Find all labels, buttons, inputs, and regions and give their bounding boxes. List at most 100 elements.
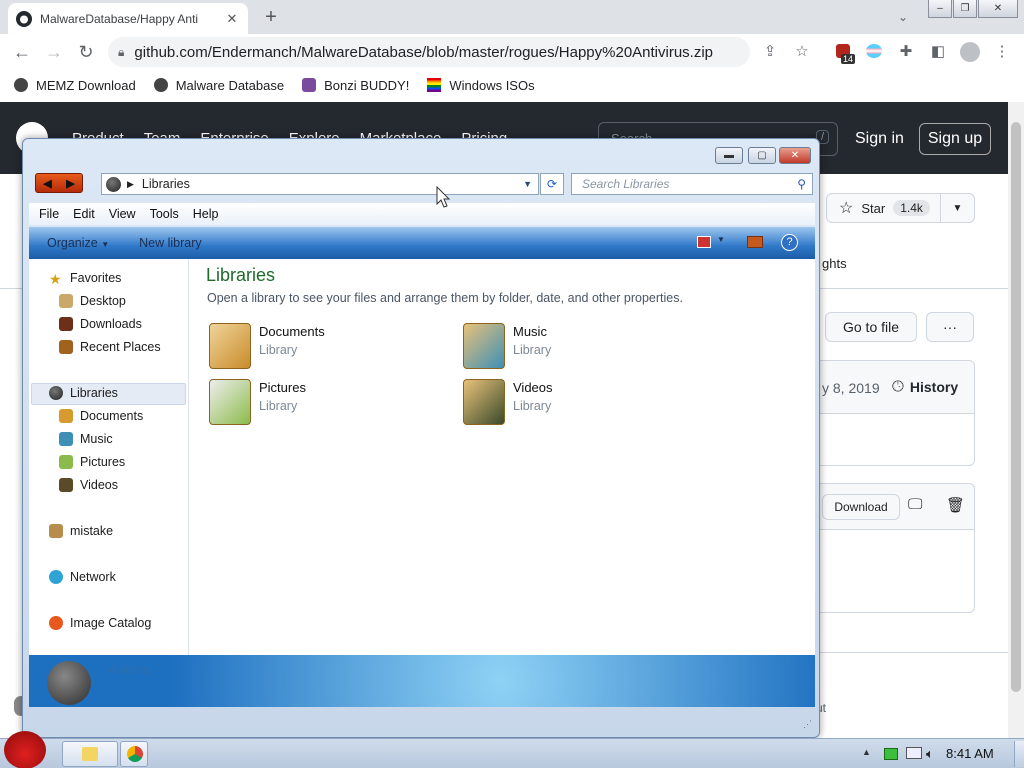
library-pictures[interactable]: Pictures Library xyxy=(209,379,306,425)
refresh-icon[interactable]: ⟳ xyxy=(540,173,564,195)
nav-videos[interactable]: Videos xyxy=(59,478,118,492)
library-documents[interactable]: Documents Library xyxy=(209,323,325,369)
back-forward-buttons[interactable]: ◀ ▶ xyxy=(35,173,83,193)
restore-icon[interactable]: ❐ xyxy=(953,0,977,18)
menu-help[interactable]: Help xyxy=(193,207,219,221)
nav-network[interactable]: Network xyxy=(49,570,116,584)
tray-expand-icon[interactable]: ▲ xyxy=(862,747,871,757)
close-window-icon[interactable]: ✕ xyxy=(978,0,1018,18)
start-button-angry-bird-icon[interactable] xyxy=(4,731,46,768)
bookmark-bonzi[interactable]: Bonzi BUDDY! xyxy=(302,78,409,93)
explorer-close-icon[interactable]: ✕ xyxy=(779,147,811,164)
nav-music[interactable]: Music xyxy=(59,432,113,446)
star-dropdown-icon[interactable]: ▼ xyxy=(940,193,975,223)
taskbar-explorer-button[interactable] xyxy=(62,741,118,767)
breadcrumb-libraries[interactable]: Libraries xyxy=(142,177,190,191)
tab-close-icon[interactable]: ✕ xyxy=(224,11,240,27)
tab-search-chevron-icon[interactable]: ⌄ xyxy=(898,10,908,24)
lock-icon[interactable]: 🔒︎ xyxy=(118,45,124,60)
share-icon[interactable]: ⇪ xyxy=(760,42,780,60)
star-button[interactable]: ☆ Star 1.4k xyxy=(826,193,946,223)
library-music[interactable]: Music Library xyxy=(463,323,551,369)
nav-mistake[interactable]: mistake xyxy=(49,524,113,538)
show-desktop-button[interactable] xyxy=(1014,741,1024,767)
side-panel-icon[interactable]: ◧ xyxy=(928,42,948,60)
nav-image-catalog[interactable]: Image Catalog xyxy=(49,616,151,630)
extension-badge: 14 xyxy=(841,54,856,64)
menu-edit[interactable]: Edit xyxy=(73,207,95,221)
view-mode-icon[interactable] xyxy=(697,236,711,248)
scrollbar-thumb[interactable] xyxy=(1011,122,1021,692)
browser-tab[interactable]: MalwareDatabase/Happy Anti ✕ xyxy=(8,3,248,34)
bookmark-windows-isos[interactable]: Windows ISOs xyxy=(427,78,535,93)
music-icon xyxy=(59,432,73,446)
extensions-puzzle-icon[interactable]: ✚ xyxy=(896,42,916,60)
documents-icon xyxy=(59,409,73,423)
search-icon[interactable]: ⚲ xyxy=(797,177,806,191)
bookmark-memz[interactable]: MEMZ Download xyxy=(14,78,136,93)
explorer-address-bar[interactable]: ▶ Libraries ▼ xyxy=(101,173,539,195)
trash-icon[interactable]: 🗑︎ xyxy=(946,496,965,514)
nav-pictures[interactable]: Pictures xyxy=(59,455,125,469)
desktop-icon[interactable]: 🖵︎ xyxy=(908,496,922,513)
menu-kebab-icon[interactable]: ⋮ xyxy=(992,42,1012,60)
new-tab-icon[interactable]: + xyxy=(262,6,280,29)
library-type: Library xyxy=(513,399,552,413)
history-link[interactable]: 🕓︎ History xyxy=(892,378,958,395)
page-scrollbar[interactable] xyxy=(1008,102,1024,738)
network-icon xyxy=(49,570,63,584)
clock[interactable]: 8:41 AM xyxy=(946,746,994,761)
library-videos[interactable]: Videos Library xyxy=(463,379,553,425)
taskbar-chrome-button[interactable] xyxy=(120,741,148,767)
bookmark-malware-database[interactable]: Malware Database xyxy=(153,78,284,93)
nav-recent-places[interactable]: Recent Places xyxy=(59,340,161,354)
address-dropdown-icon[interactable]: ▼ xyxy=(523,179,532,189)
minimize-icon[interactable]: – xyxy=(928,0,952,18)
tab-title: MalwareDatabase/Happy Anti xyxy=(40,11,199,26)
forward-icon[interactable]: → xyxy=(38,42,70,63)
nav-label: Libraries xyxy=(70,386,118,400)
view-mode-chevron-icon[interactable]: ▼ xyxy=(717,235,725,244)
resize-grip-icon[interactable]: ⋰ xyxy=(803,719,812,730)
breadcrumb-arrow-icon[interactable]: ▶ xyxy=(127,179,134,190)
forward-arrow-icon[interactable]: ▶ xyxy=(66,177,74,190)
menu-file[interactable]: File xyxy=(39,207,59,221)
star-icon: ☆ xyxy=(839,200,854,217)
back-arrow-icon[interactable]: ◀ xyxy=(43,177,51,190)
profile-avatar[interactable] xyxy=(960,42,980,62)
mouse-cursor-icon xyxy=(436,186,451,208)
go-to-file-button[interactable]: Go to file xyxy=(825,312,917,342)
explorer-maximize-icon[interactable]: ▢ xyxy=(748,147,776,164)
nav-downloads[interactable]: Downloads xyxy=(59,317,142,331)
nav-libraries[interactable]: Libraries xyxy=(49,386,118,400)
downloads-icon xyxy=(59,317,73,331)
history-label: History xyxy=(909,378,959,395)
reload-icon[interactable]: ↻ xyxy=(70,42,102,63)
battery-icon[interactable] xyxy=(884,748,898,760)
nav-desktop[interactable]: Desktop xyxy=(59,294,126,308)
library-name: Videos xyxy=(513,380,553,395)
preview-pane-icon[interactable] xyxy=(747,236,763,248)
nav-documents[interactable]: Documents xyxy=(59,409,143,423)
nav-favorites[interactable]: ★ Favorites xyxy=(49,271,121,287)
menu-view[interactable]: View xyxy=(109,207,136,221)
menu-tools[interactable]: Tools xyxy=(150,207,179,221)
content-pane: Libraries Open a library to see your fil… xyxy=(189,259,815,655)
new-library-button[interactable]: New library xyxy=(139,236,202,250)
library-name: Pictures xyxy=(259,380,306,395)
insights-tab-fragment[interactable]: ghts xyxy=(822,256,847,271)
explorer-search-input[interactable]: Search Libraries ⚲ xyxy=(571,173,813,195)
explorer-minimize-icon[interactable]: ▬ xyxy=(715,147,743,164)
network-tray-icon[interactable] xyxy=(906,747,922,759)
back-icon[interactable]: ← xyxy=(6,42,38,63)
help-icon[interactable]: ? xyxy=(781,234,798,251)
organize-button[interactable]: Organize ▼ xyxy=(47,236,109,250)
volume-icon[interactable]: 🔈︎ xyxy=(926,746,934,762)
download-button[interactable]: Download xyxy=(822,494,900,520)
address-bar[interactable]: 🔒︎ github.com/Endermanch/MalwareDatabase… xyxy=(108,37,750,67)
sign-up-button[interactable]: Sign up xyxy=(919,123,991,155)
sign-in-link[interactable]: Sign in xyxy=(855,130,904,148)
more-options-button[interactable]: ··· xyxy=(926,312,974,342)
extension-flag-icon[interactable] xyxy=(866,44,882,58)
bookmark-star-icon[interactable]: ☆ xyxy=(792,42,812,60)
